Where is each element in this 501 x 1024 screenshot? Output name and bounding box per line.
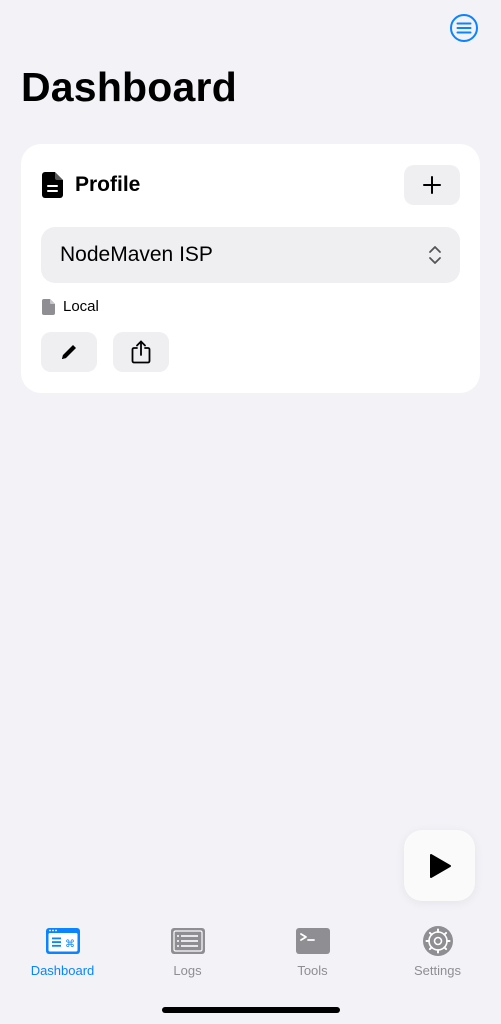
home-indicator [162, 1007, 340, 1013]
logs-icon [170, 928, 205, 954]
play-button[interactable] [404, 830, 475, 901]
tab-tools[interactable]: Tools [250, 920, 375, 984]
play-icon [429, 853, 451, 878]
source-label: Local [63, 298, 99, 315]
profile-select-value: NodeMaven ISP [60, 243, 213, 266]
tab-logs[interactable]: Logs [125, 920, 250, 984]
card-title: Profile [75, 173, 141, 196]
plus-icon [423, 176, 441, 194]
share-icon [131, 340, 151, 364]
tab-settings[interactable]: Settings [375, 920, 500, 984]
tab-bar: ⌘ Dashboard Logs Tools Settings [0, 920, 501, 990]
tab-label: Dashboard [30, 963, 95, 978]
dashboard-icon: ⌘ [45, 928, 80, 954]
page-title: Dashboard [21, 64, 237, 110]
gear-icon [422, 926, 453, 956]
tab-label: Tools [297, 963, 328, 978]
profile-select[interactable]: NodeMaven ISP [41, 227, 460, 283]
terminal-icon [295, 928, 330, 954]
chevron-up-down-icon [429, 246, 441, 264]
document-icon [42, 299, 55, 315]
share-profile-button[interactable] [113, 332, 169, 372]
edit-profile-button[interactable] [41, 332, 97, 372]
add-profile-button[interactable] [404, 165, 460, 205]
tab-label: Settings [414, 963, 461, 978]
document-icon [42, 172, 63, 198]
tab-dashboard[interactable]: ⌘ Dashboard [0, 920, 125, 984]
svg-text:⌘: ⌘ [65, 939, 75, 950]
menu-button[interactable] [449, 13, 479, 43]
tab-label: Logs [173, 963, 202, 978]
pencil-icon [62, 345, 76, 359]
profile-source: Local [42, 297, 99, 317]
profile-card: Profile NodeMaven ISP Local [21, 144, 480, 393]
list-circle-icon [450, 14, 478, 42]
